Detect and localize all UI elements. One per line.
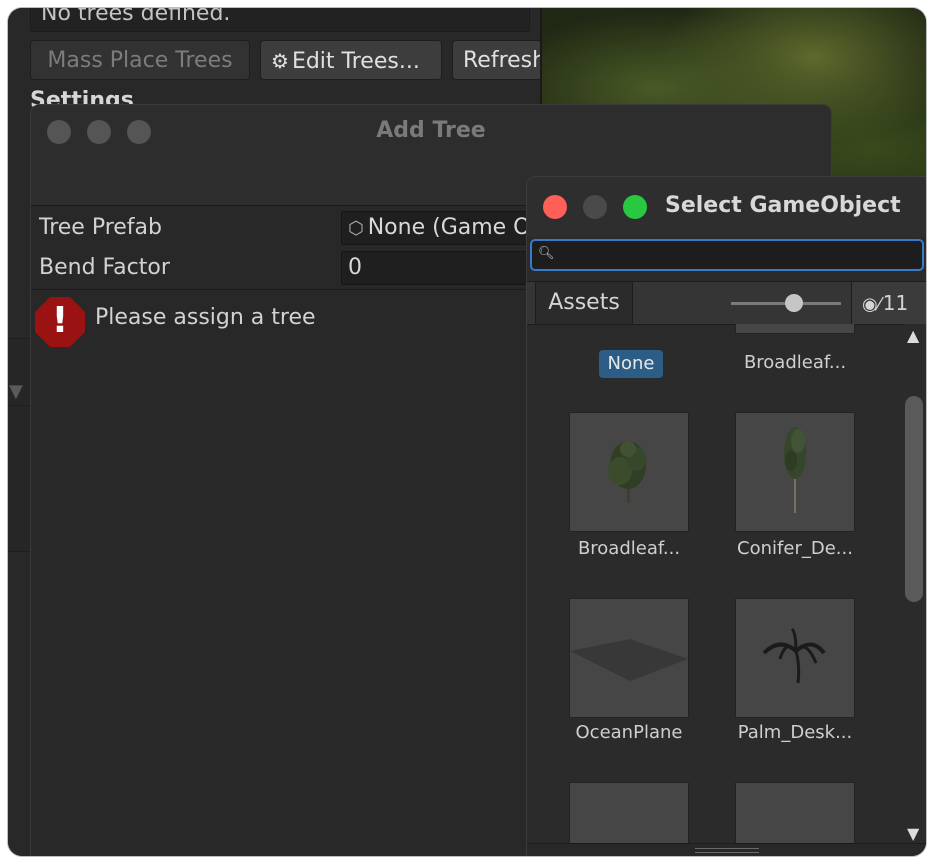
- palm-icon: [762, 627, 826, 684]
- minimize-icon[interactable]: [583, 195, 607, 219]
- window-title: Select GameObject: [665, 193, 901, 218]
- vertical-scrollbar[interactable]: ▲ ▼: [903, 324, 926, 852]
- side-strip: ▼: [8, 338, 30, 552]
- asset-label: Broadleaf...: [743, 352, 847, 373]
- asset-label: Conifer_De...: [737, 538, 853, 559]
- gear-icon: ⚙: [271, 49, 289, 73]
- error-message: Please assign a tree: [95, 305, 316, 330]
- select-gameobject-titlebar[interactable]: Select GameObject: [527, 177, 926, 237]
- refresh-button[interactable]: Refresh: [452, 40, 542, 80]
- scroll-down-icon[interactable]: ▼: [907, 824, 919, 843]
- zoom-slider-handle[interactable]: [785, 294, 803, 312]
- plane-icon: [570, 639, 688, 681]
- scroll-up-icon[interactable]: ▲: [907, 326, 919, 345]
- search-box[interactable]: 🔍︎: [530, 239, 924, 271]
- close-icon[interactable]: [543, 195, 567, 219]
- search-input[interactable]: [556, 243, 916, 267]
- tabs-row: Assets ◉⁄ 11: [527, 281, 926, 325]
- tab-assets[interactable]: Assets: [535, 282, 633, 324]
- search-icon: 🔍︎: [538, 246, 555, 261]
- strip-divider: [8, 405, 30, 406]
- edit-trees-button[interactable]: ⚙ Edit Trees...: [260, 40, 442, 80]
- maximize-icon[interactable]: [623, 195, 647, 219]
- screen-frame: No trees defined. Mass Place Trees ⚙ Edit…: [8, 8, 926, 856]
- asset-grid: None Broadleaf... Broadleaf... Conifer_D…: [527, 324, 903, 844]
- tree-prefab-label: Tree Prefab: [39, 215, 162, 240]
- bend-factor-label: Bend Factor: [39, 255, 170, 280]
- asset-thumbnail[interactable]: [735, 324, 855, 334]
- mass-place-trees-button: Mass Place Trees: [30, 40, 250, 80]
- asset-item-none[interactable]: None: [599, 350, 663, 378]
- hidden-count: 11: [882, 291, 909, 315]
- trees-status-field: No trees defined.: [30, 8, 530, 32]
- eye-slash-icon: ◉⁄: [862, 294, 881, 315]
- asset-label: Palm_Desk...: [737, 722, 853, 743]
- asset-label: Broadleaf...: [577, 538, 681, 559]
- window-title: Add Tree: [376, 118, 486, 143]
- asset-label: OceanPlane: [575, 722, 683, 743]
- asset-thumbnail-palm[interactable]: [735, 598, 855, 718]
- asset-thumbnail[interactable]: [735, 782, 855, 844]
- select-gameobject-window: Select GameObject 🔍︎ Assets ◉⁄ 11 None Br…: [526, 176, 926, 856]
- resize-grip[interactable]: [527, 843, 926, 856]
- error-icon: !: [35, 297, 85, 347]
- asset-thumbnail-oceanplane[interactable]: [569, 598, 689, 718]
- foldout-triangle-icon[interactable]: ▼: [9, 381, 23, 402]
- asset-thumbnail-conifer[interactable]: [735, 412, 855, 532]
- tree-icon: [608, 441, 646, 503]
- add-tree-titlebar[interactable]: Add Tree: [31, 105, 831, 161]
- asset-thumbnail-broadleaf[interactable]: [569, 412, 689, 532]
- cube-icon: ⬡: [348, 218, 364, 239]
- scroll-thumb[interactable]: [905, 396, 923, 602]
- asset-thumbnail[interactable]: [569, 782, 689, 844]
- hidden-packages-button[interactable]: ◉⁄ 11: [851, 282, 926, 324]
- edit-trees-label: Edit Trees...: [291, 49, 420, 74]
- tree-icon: [784, 427, 806, 513]
